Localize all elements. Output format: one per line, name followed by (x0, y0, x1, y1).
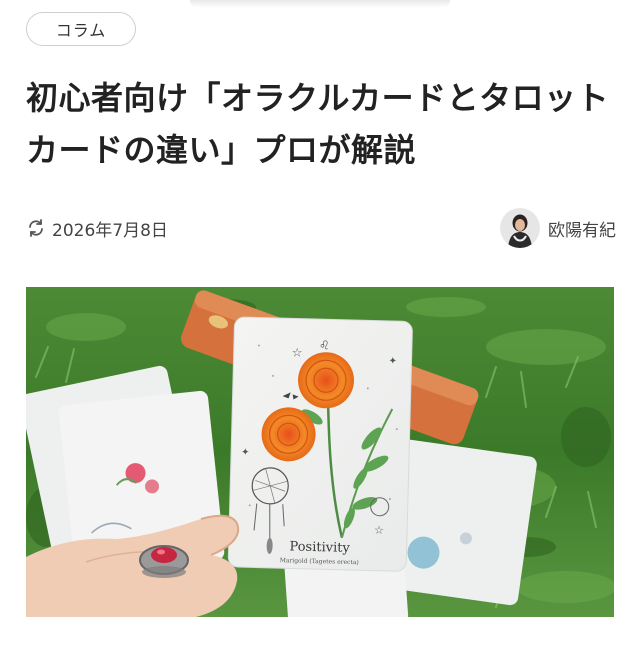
svg-text:♌: ♌ (319, 338, 330, 352)
hero-image: ☆ ✦ ✦ ☆ ♌ Positivity Marigold (Tagetes e… (26, 287, 614, 617)
category-chip[interactable]: コラム (26, 12, 136, 46)
author-link[interactable]: 欧陽有紀 (500, 208, 616, 248)
card-title: Positivity (289, 539, 350, 556)
article-title: 初心者向け「オラクルカードとタロットカードの違い」プロが解説 (26, 79, 610, 169)
author-name: 欧陽有紀 (548, 220, 616, 241)
svg-text:✦: ✦ (241, 447, 250, 458)
svg-text:✦: ✦ (388, 356, 397, 367)
updated-date: 2026年7月8日 (52, 220, 168, 241)
article-meta: 2026年7月8日 欧陽有紀 (26, 206, 616, 250)
category-label: コラム (55, 21, 107, 40)
svg-text:☆: ☆ (292, 345, 303, 359)
refresh-icon (26, 218, 46, 238)
author-avatar (500, 208, 540, 248)
svg-text:☆: ☆ (374, 524, 384, 537)
updated-date-group: 2026年7月8日 (26, 216, 168, 241)
top-fade (190, 0, 450, 8)
